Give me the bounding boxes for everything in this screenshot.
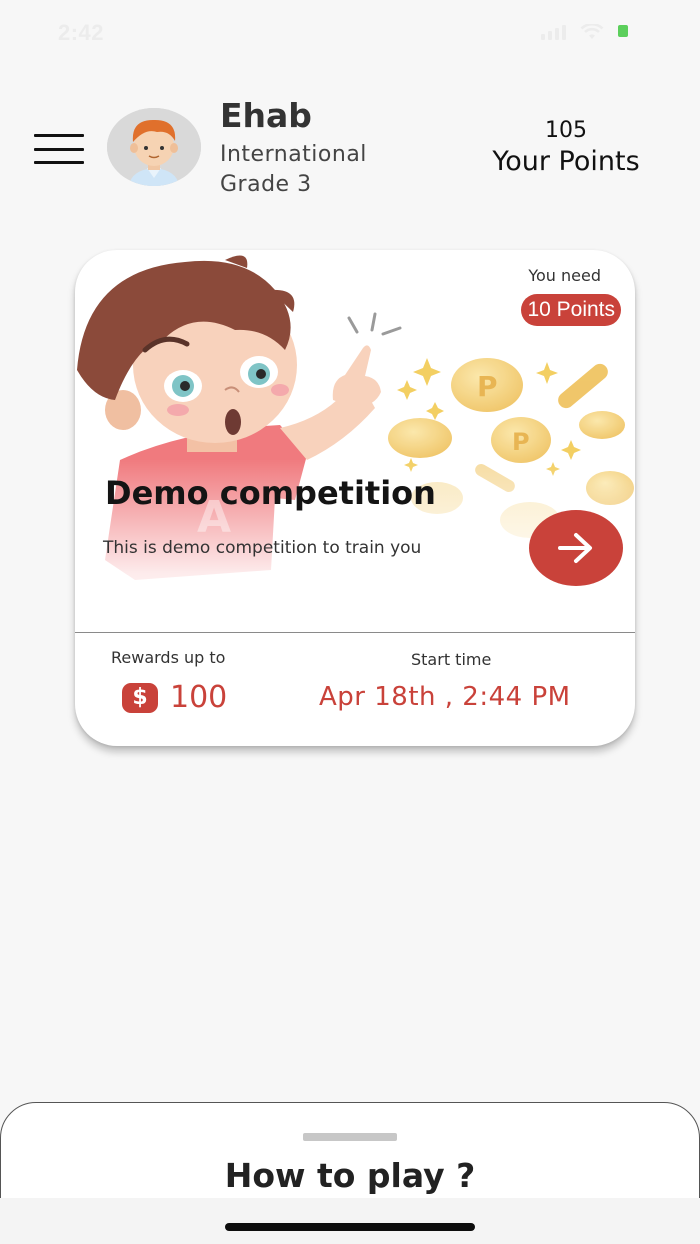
- menu-icon-line: [34, 134, 84, 137]
- status-time: 2:42: [58, 20, 105, 45]
- battery-icon: [618, 25, 632, 39]
- need-points-badge: 10 Points: [521, 294, 621, 326]
- menu-icon-line: [34, 147, 84, 151]
- home-indicator-area: [0, 1198, 700, 1244]
- points-value: 105: [545, 118, 587, 143]
- competition-title: Demo competition: [105, 474, 436, 512]
- status-icons: [541, 24, 632, 40]
- need-label: You need: [528, 266, 601, 285]
- start-time-value: Apr 18th , 2:44 PM: [319, 682, 571, 712]
- wifi-icon: [580, 24, 604, 39]
- user-name: Ehab: [220, 96, 312, 135]
- user-grade: Grade 3: [220, 172, 312, 197]
- avatar[interactable]: [107, 108, 201, 186]
- reward-value: 100: [170, 680, 228, 715]
- arrow-right-icon: [558, 533, 592, 563]
- competition-description: This is demo competition to train you: [103, 538, 422, 558]
- user-school: International: [220, 142, 367, 167]
- signal-icon: [541, 24, 566, 40]
- card-divider: [75, 632, 635, 633]
- reward-row: $ 100: [122, 680, 227, 715]
- rewards-label: Rewards up to: [111, 648, 226, 667]
- avatar-icon: [107, 108, 201, 186]
- menu-icon-line: [34, 161, 84, 164]
- dollar-icon: $: [122, 682, 158, 713]
- home-indicator[interactable]: [225, 1223, 475, 1231]
- start-time-label: Start time: [411, 650, 492, 669]
- status-bar: 2:42: [0, 0, 700, 64]
- competition-card[interactable]: P P A: [75, 250, 635, 746]
- menu-button[interactable]: [34, 134, 84, 164]
- points-label: Your Points: [492, 146, 640, 177]
- sheet-drag-handle[interactable]: [303, 1133, 397, 1141]
- start-competition-button[interactable]: [529, 510, 623, 586]
- how-to-play-title[interactable]: How to play ?: [0, 1156, 700, 1195]
